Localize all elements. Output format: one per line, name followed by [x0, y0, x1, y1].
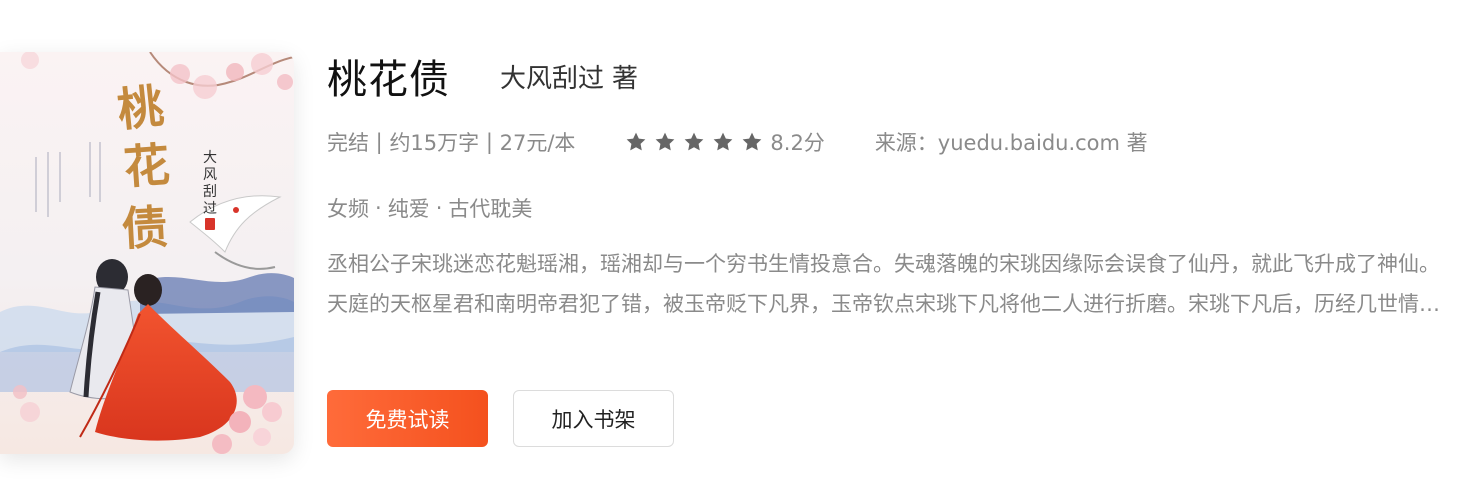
- author-name[interactable]: 大风刮过: [500, 58, 604, 95]
- star-icon: [656, 132, 675, 151]
- meta-separator: |: [369, 130, 390, 154]
- meta-separator: |: [479, 130, 500, 154]
- tag[interactable]: 古代耽美: [448, 193, 532, 223]
- tags-row: 女频 · 纯爱 · 古代耽美: [327, 190, 532, 226]
- cover-author-char: 刮: [203, 184, 217, 200]
- cover-author-char: 风: [203, 167, 217, 183]
- add-to-shelf-button[interactable]: 加入书架: [513, 390, 674, 447]
- book-price: 27元/本: [499, 131, 576, 155]
- free-trial-read-button[interactable]: 免费试读: [327, 390, 488, 447]
- tag[interactable]: 纯爱: [388, 193, 430, 223]
- rating-score: 8.2分: [770, 131, 825, 155]
- word-count: 约15万字: [389, 131, 480, 155]
- cover-author-char: 过: [203, 201, 217, 217]
- book-source: 来源：yuedu.baidu.com 著: [874, 131, 1148, 155]
- tag-separator: ·: [375, 196, 382, 220]
- author-suffix: 著: [612, 63, 639, 94]
- star-icon: [714, 132, 733, 151]
- book-status: 完结: [327, 131, 369, 155]
- star-icon: [627, 132, 646, 151]
- meta-row: 完结 | 约15万字 | 27元/本 8.2分 来源：yuedu.baidu.c…: [327, 124, 1148, 160]
- book-title: 桃花债: [327, 57, 450, 103]
- cover-title-char: 花: [122, 137, 172, 194]
- cover-title-char: 桃: [115, 79, 166, 138]
- title-row: 桃花债 大风刮过 著: [327, 48, 638, 104]
- star-icon: [685, 132, 704, 151]
- cover-author-char: 大: [203, 150, 217, 166]
- book-cover[interactable]: 桃 花 债 大 风 刮 过: [0, 52, 294, 454]
- book-description: 丞相公子宋珧迷恋花魁瑶湘，瑶湘却与一个穷书生情投意合。失魂落魄的宋珧因缘际会误食…: [327, 252, 1440, 316]
- tag[interactable]: 女频: [327, 193, 369, 223]
- tag-separator: ·: [435, 196, 443, 220]
- star-icon: [743, 132, 762, 151]
- cover-illustration: 桃 花 债 大 风 刮 过: [0, 52, 294, 454]
- book-detail-card: 桃 花 债 大 风 刮 过 桃花债 大风刮过 著 完结 | 约15万字 | 27…: [0, 0, 1482, 494]
- rating-stars: [625, 131, 770, 153]
- cover-title-char: 债: [120, 200, 169, 256]
